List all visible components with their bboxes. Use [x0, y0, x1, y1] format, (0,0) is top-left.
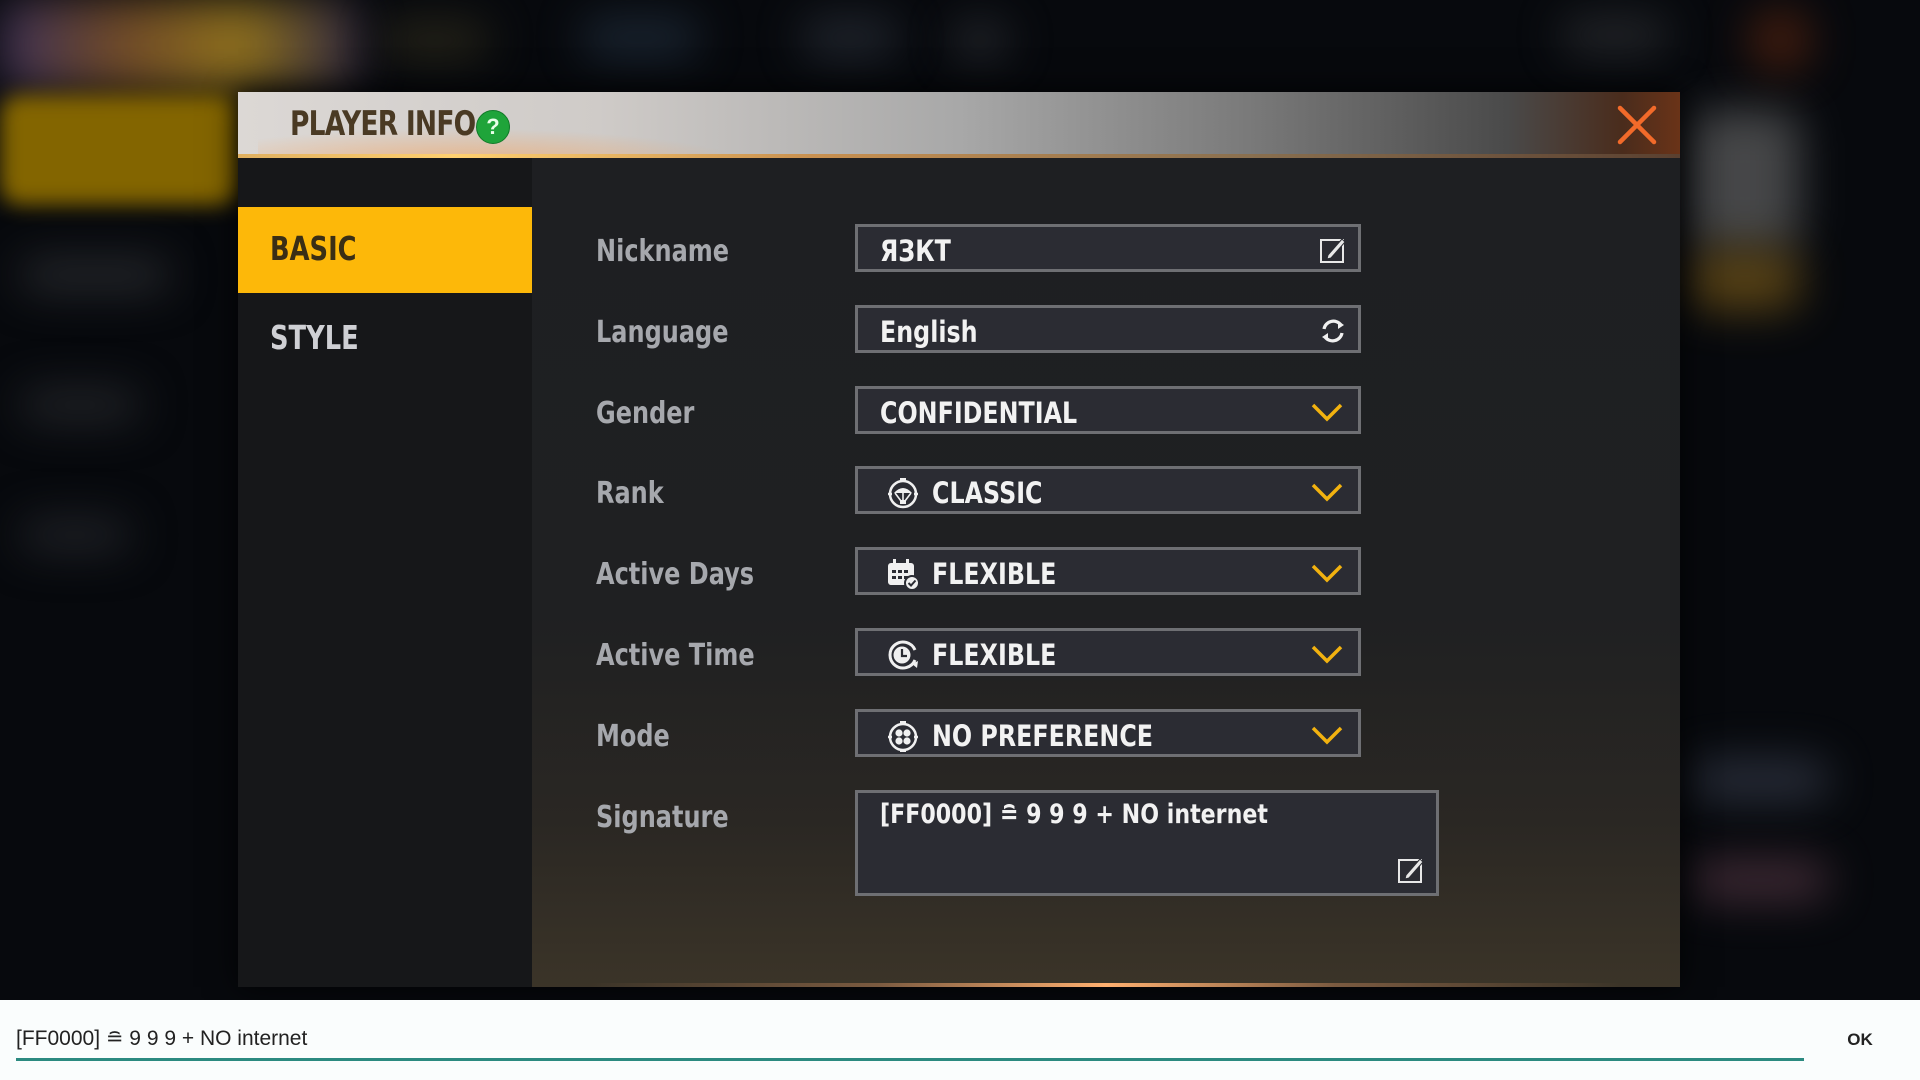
tab-style[interactable]: STYLE [238, 296, 532, 382]
chevron-down-icon [1311, 403, 1343, 422]
active-days-dropdown[interactable]: FLEXIBLE [855, 547, 1361, 595]
refresh-icon[interactable] [1318, 316, 1348, 346]
nickname-value: ЯЗКТ [880, 234, 951, 268]
background-blur [950, 20, 1010, 60]
active-days-label: Active Days [596, 557, 755, 592]
help-button[interactable]: ? [476, 110, 510, 144]
gender-dropdown[interactable]: CONFIDENTIAL [855, 386, 1361, 434]
keyboard-input-bar: OK [0, 1000, 1920, 1080]
edit-icon[interactable] [1318, 235, 1348, 265]
background-blur [20, 520, 130, 550]
active-time-dropdown[interactable]: FLEXIBLE [855, 628, 1361, 676]
background-blur [380, 20, 490, 60]
background-blur [1560, 15, 1670, 55]
nickname-label: Nickname [596, 234, 730, 269]
language-label: Language [596, 315, 729, 350]
active-time-row: Active Time FLEXIBLE [532, 628, 1680, 682]
mode-label: Mode [596, 719, 670, 754]
language-field[interactable]: English [855, 305, 1361, 353]
background-blur [1690, 760, 1830, 800]
background-blur [0, 95, 240, 205]
sidebar: BASIC STYLE [238, 158, 532, 987]
background-blur [800, 15, 900, 60]
background-blur [20, 390, 140, 420]
active-time-value: FLEXIBLE [932, 638, 1057, 672]
signature-label: Signature [596, 800, 729, 835]
tab-basic-label: BASIC [270, 229, 357, 268]
chevron-down-icon [1311, 645, 1343, 664]
background-blur [1750, 10, 1810, 70]
nickname-row: Nickname ЯЗКТ [532, 224, 1680, 278]
signature-text-input[interactable] [16, 1018, 1804, 1061]
language-value: English [880, 315, 978, 349]
background-blur [20, 260, 170, 290]
mode-value: NO PREFERENCE [932, 719, 1154, 753]
clock-icon [888, 640, 918, 670]
background-blur [1690, 110, 1800, 250]
signature-row: Signature [FF0000] ≘ 9 9 9 + NO internet [532, 790, 1680, 900]
background-blur [580, 15, 700, 60]
calendar-check-icon [888, 559, 920, 591]
signature-field[interactable]: [FF0000] ≘ 9 9 9 + NO internet [855, 790, 1439, 896]
background-blur [0, 0, 360, 90]
tab-style-label: STYLE [270, 318, 359, 357]
close-x-icon [1617, 105, 1657, 145]
gender-value: CONFIDENTIAL [880, 396, 1078, 430]
rank-dropdown[interactable]: CLASSIC [855, 466, 1361, 514]
active-days-row: Active Days FLEXIBLE [532, 547, 1680, 601]
dialog-header: PLAYER INFO ? [238, 92, 1680, 158]
background-blur [1690, 250, 1800, 310]
rank-value: CLASSIC [932, 476, 1043, 510]
chevron-down-icon [1311, 483, 1343, 502]
edit-icon[interactable] [1396, 855, 1426, 885]
language-row: Language English [532, 305, 1680, 359]
mode-row: Mode NO PREFERENCE [532, 709, 1680, 763]
signature-value: [FF0000] ≘ 9 9 9 + NO internet [880, 799, 1268, 830]
gender-row: Gender CONFIDENTIAL [532, 386, 1680, 440]
player-info-dialog: PLAYER INFO ? BASIC STYLE Nickname ЯЗКТ [238, 92, 1680, 987]
dialog-title: PLAYER INFO [290, 104, 476, 144]
rank-label: Rank [596, 476, 664, 511]
mode-grid-icon [888, 721, 918, 752]
parachute-icon [888, 478, 918, 509]
mode-dropdown[interactable]: NO PREFERENCE [855, 709, 1361, 757]
panel-bottom-glow [532, 983, 1680, 987]
active-days-value: FLEXIBLE [932, 557, 1057, 591]
nickname-field[interactable]: ЯЗКТ [855, 224, 1361, 272]
rank-row: Rank CLASSIC [532, 466, 1680, 520]
chevron-down-icon [1311, 564, 1343, 583]
active-time-label: Active Time [596, 638, 755, 673]
close-button[interactable] [1614, 102, 1660, 148]
gender-label: Gender [596, 396, 695, 431]
tab-basic[interactable]: BASIC [238, 207, 532, 293]
basic-info-panel: Nickname ЯЗКТ Language English Gender CO… [532, 158, 1680, 987]
ok-button[interactable]: OK [1820, 1020, 1900, 1060]
chevron-down-icon [1311, 726, 1343, 745]
background-blur [1690, 860, 1830, 900]
